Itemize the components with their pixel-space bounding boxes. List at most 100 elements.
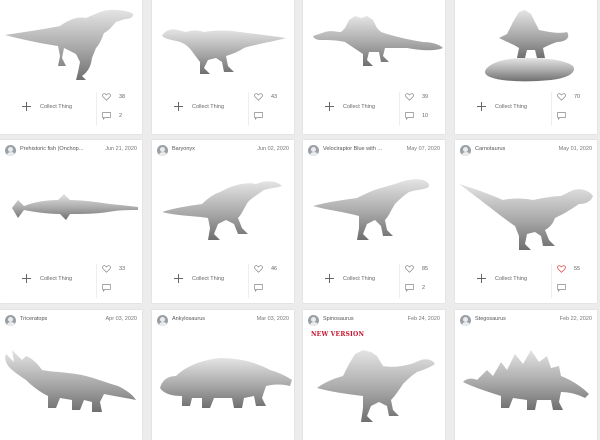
divider: [96, 264, 97, 298]
divider: [551, 92, 552, 126]
plus-icon: [174, 274, 183, 283]
comment-count: 2: [119, 113, 123, 119]
avatar[interactable]: [308, 315, 319, 326]
plus-icon: [22, 274, 31, 283]
heart-icon: [102, 265, 111, 273]
plus-icon: [174, 102, 183, 111]
divider: [399, 92, 400, 126]
thing-date: Apr 03, 2020: [105, 316, 138, 322]
thing-date: May 07, 2020: [406, 146, 440, 152]
thing-date: Feb 24, 2020: [407, 316, 440, 322]
avatar[interactable]: [157, 145, 168, 156]
thing-card[interactable]: Collect Thing 39 10: [303, 0, 445, 134]
card-footer: Collect Thing 43: [152, 92, 294, 126]
thing-image[interactable]: [0, 2, 142, 84]
card-footer: Collect Thing 39 10: [303, 92, 445, 126]
card-header: Prehistoric fish (Onchop... Jun 21, 2020: [0, 140, 142, 160]
divider: [96, 92, 97, 126]
card-header: Carnotaurus May 01, 2020: [455, 140, 597, 160]
thing-date: Mar 03, 2020: [256, 316, 289, 322]
thing-card[interactable]: Spinosaurus Feb 24, 2020 NEW VERSION: [303, 310, 445, 440]
comment-icon: [557, 112, 566, 120]
heart-icon: [102, 93, 111, 101]
plus-icon: [325, 102, 334, 111]
thing-image[interactable]: [303, 162, 445, 254]
divider: [551, 264, 552, 298]
card-footer: Collect Thing 55: [455, 264, 597, 298]
thing-card[interactable]: Collect Thing 38 2: [0, 0, 142, 134]
thing-image[interactable]: [0, 332, 142, 430]
ankylosaurus-model-icon: [160, 358, 292, 408]
thing-title[interactable]: Prehistoric fish (Onchop...: [20, 146, 94, 152]
sawfish-model-icon: [12, 194, 138, 220]
thing-date: May 01, 2020: [558, 146, 592, 152]
thing-image[interactable]: [152, 162, 294, 254]
thing-title[interactable]: Spinosaurus: [323, 316, 397, 322]
heart-icon: [405, 93, 414, 101]
card-header: Spinosaurus Feb 24, 2020: [303, 310, 445, 330]
divider: [399, 264, 400, 298]
plus-icon: [477, 102, 486, 111]
thing-title[interactable]: Triceratops: [20, 316, 94, 322]
thing-title[interactable]: Ankylosaurus: [172, 316, 246, 322]
thing-card[interactable]: Stegosaurus Feb 22, 2020: [455, 310, 597, 440]
thing-title[interactable]: Baryonyx: [172, 146, 246, 152]
like-count: 38: [119, 94, 126, 100]
divider: [248, 92, 249, 126]
thing-image[interactable]: [152, 332, 294, 430]
card-header: Triceratops Apr 03, 2020: [0, 310, 142, 330]
heart-icon: [557, 93, 566, 101]
like-count: 39: [422, 94, 429, 100]
like-count: 70: [574, 94, 581, 100]
thing-title[interactable]: Stegosaurus: [475, 316, 549, 322]
like-count: 46: [271, 266, 278, 272]
heart-icon: [557, 265, 566, 273]
like-count: 43: [271, 94, 278, 100]
card-footer: Collect Thing 46: [152, 264, 294, 298]
card-footer: Collect Thing 70: [455, 92, 597, 126]
card-header: Baryonyx Jun 02, 2020: [152, 140, 294, 160]
avatar[interactable]: [460, 315, 471, 326]
thing-card[interactable]: Carnotaurus May 01, 2020 Collect Thing 5…: [455, 140, 597, 303]
avatar[interactable]: [5, 315, 16, 326]
avatar[interactable]: [5, 145, 16, 156]
thing-image[interactable]: [152, 2, 294, 84]
thing-image[interactable]: [303, 332, 445, 430]
plus-icon: [325, 274, 334, 283]
thing-image[interactable]: [0, 162, 142, 254]
comment-icon: [405, 284, 414, 292]
comment-icon: [254, 284, 263, 292]
thing-card[interactable]: Velociraptor Blue with ... May 07, 2020 …: [303, 140, 445, 303]
avatar[interactable]: [157, 315, 168, 326]
comment-count: 2: [422, 285, 426, 291]
triceratops-model-icon: [5, 350, 136, 412]
thing-card[interactable]: Baryonyx Jun 02, 2020 Collect Thing 46: [152, 140, 294, 303]
comment-count: 10: [422, 113, 429, 119]
card-header: Velociraptor Blue with ... May 07, 2020: [303, 140, 445, 160]
avatar[interactable]: [308, 145, 319, 156]
thing-title[interactable]: Carnotaurus: [475, 146, 549, 152]
comment-icon: [102, 112, 111, 120]
thing-card[interactable]: Collect Thing 70: [455, 0, 597, 134]
thing-image[interactable]: [455, 332, 597, 430]
comment-icon: [405, 112, 414, 120]
plus-icon: [477, 274, 486, 283]
like-count: 85: [422, 266, 429, 272]
stegosaurus-model-icon: [463, 350, 589, 410]
carnotaurus-model-icon: [459, 184, 593, 250]
card-header: Stegosaurus Feb 22, 2020: [455, 310, 597, 330]
thing-date: Jun 02, 2020: [257, 146, 289, 152]
thing-card[interactable]: Collect Thing 43: [152, 0, 294, 134]
thing-date: Feb 22, 2020: [559, 316, 592, 322]
velociraptor-model-icon: [313, 179, 430, 240]
thing-card[interactable]: Triceratops Apr 03, 2020: [0, 310, 142, 440]
thing-title[interactable]: Velociraptor Blue with ...: [323, 146, 397, 152]
baryonyx-model-icon: [162, 181, 282, 240]
avatar[interactable]: [460, 145, 471, 156]
thing-image[interactable]: [455, 2, 597, 84]
thing-card[interactable]: Ankylosaurus Mar 03, 2020: [152, 310, 294, 440]
thing-image[interactable]: [455, 162, 597, 254]
comment-icon: [102, 284, 111, 292]
thing-image[interactable]: [303, 2, 445, 84]
thing-card[interactable]: Prehistoric fish (Onchop... Jun 21, 2020…: [0, 140, 142, 303]
